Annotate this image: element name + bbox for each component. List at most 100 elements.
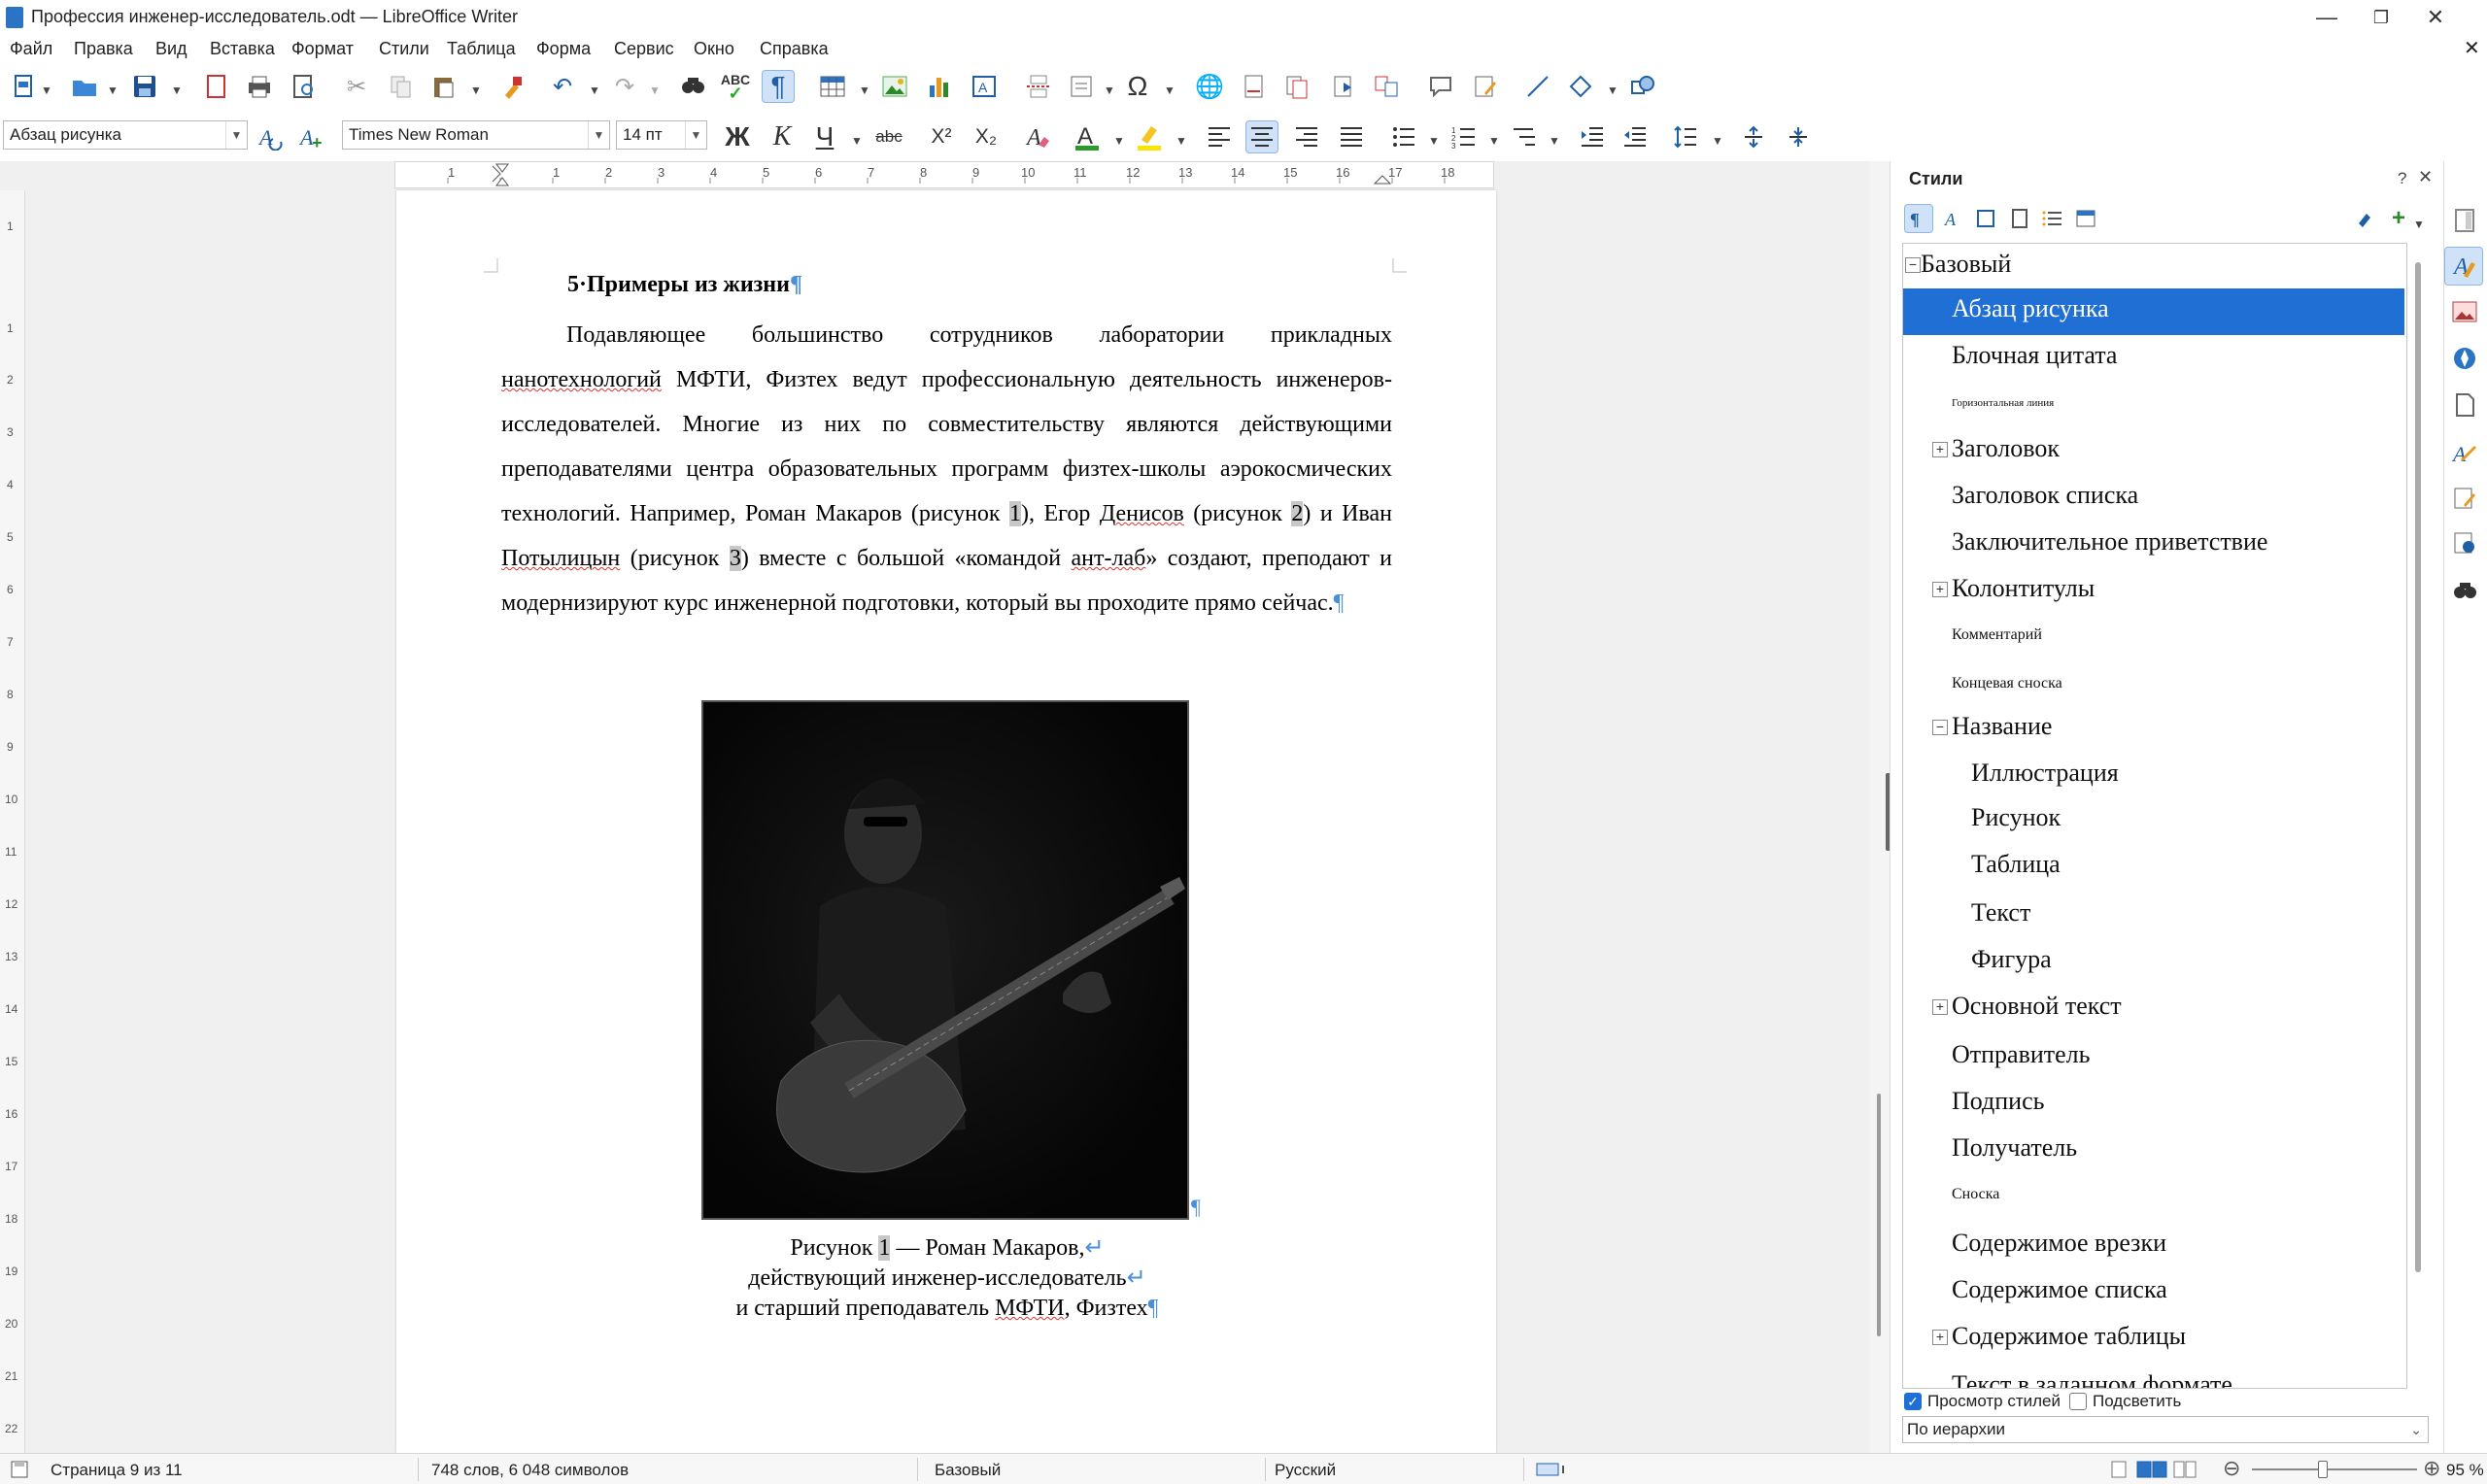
menu-file[interactable]: Файл — [10, 39, 52, 59]
field-dropdown-icon[interactable]: ▼ — [1104, 84, 1115, 97]
style-tree-item[interactable]: Отправитель — [1903, 1034, 2404, 1081]
chevron-down-icon[interactable]: ▼ — [685, 121, 706, 149]
align-right-icon[interactable] — [1290, 120, 1323, 153]
increase-paragraph-spacing-icon[interactable] — [1737, 120, 1770, 153]
save-icon[interactable] — [128, 70, 161, 103]
style-inspector-deck-icon[interactable]: A — [2448, 437, 2481, 470]
insert-image-icon[interactable] — [878, 70, 911, 103]
style-filter-select[interactable]: По иерархии ⌄ — [1902, 1416, 2429, 1443]
style-tree-item[interactable]: Текст в заданном формате — [1903, 1365, 2404, 1388]
insert-table-icon[interactable] — [816, 70, 849, 103]
decrease-indent-icon[interactable] — [1618, 120, 1652, 153]
page-styles-icon[interactable] — [2005, 204, 2034, 233]
increase-indent-icon[interactable] — [1576, 120, 1609, 153]
menu-edit[interactable]: Правка — [74, 39, 133, 59]
minimize-button[interactable]: — — [2312, 4, 2341, 31]
style-tree-item[interactable]: Рисунок — [1903, 797, 2404, 844]
spelling-icon[interactable]: ABC ✓ — [719, 70, 752, 103]
highlight-color-icon[interactable] — [1133, 120, 1166, 153]
special-char-dropdown-icon[interactable]: ▼ — [1164, 84, 1175, 97]
gallery-deck-icon[interactable] — [2448, 295, 2481, 328]
draw-functions-icon[interactable] — [1626, 70, 1659, 103]
style-tree-item[interactable]: Содержимое врезки — [1903, 1223, 2404, 1269]
paste-icon[interactable] — [427, 70, 460, 103]
clear-formatting-icon[interactable]: A — [1022, 120, 1055, 153]
align-left-icon[interactable] — [1203, 120, 1236, 153]
menu-styles[interactable]: Стили — [379, 39, 429, 59]
navigator-deck-icon[interactable] — [2448, 342, 2481, 375]
style-tree-item[interactable]: Заголовок списка — [1903, 475, 2404, 522]
unordered-list-icon[interactable] — [1387, 120, 1420, 153]
font-color-dropdown-icon[interactable]: ▼ — [1113, 134, 1125, 148]
style-tree-item[interactable]: Абзац рисунка — [1903, 288, 2404, 335]
close-window-button[interactable]: ✕ — [2421, 4, 2450, 31]
strikethrough-button[interactable]: abc — [872, 120, 905, 153]
endnote-icon[interactable] — [1280, 70, 1313, 103]
underline-button[interactable]: Ч — [808, 120, 841, 153]
new-style-from-selection-icon[interactable]: + — [2384, 204, 2413, 233]
character-styles-icon[interactable]: A — [1939, 204, 1968, 233]
style-tree-item[interactable]: Фигура — [1903, 939, 2404, 986]
font-name-combo[interactable]: Times New Roman ▼ — [342, 120, 610, 150]
comment-icon[interactable] — [1424, 70, 1457, 103]
font-size-combo[interactable]: 14 пт ▼ — [616, 120, 707, 150]
zoom-slider[interactable] — [2252, 1468, 2417, 1470]
list-styles-icon[interactable] — [2038, 204, 2067, 233]
formatting-marks-icon[interactable]: ¶ — [762, 70, 795, 103]
find-deck-icon[interactable] — [2448, 573, 2481, 606]
style-tree-item[interactable]: Название − — [1903, 706, 2404, 753]
menu-window[interactable]: Окно — [694, 39, 734, 59]
page-count[interactable]: Страница 9 из 11 — [51, 1461, 183, 1480]
menu-table[interactable]: Таблица — [447, 39, 516, 59]
menu-view[interactable]: Вид — [155, 39, 187, 59]
open-dropdown-icon[interactable]: ▼ — [107, 84, 119, 97]
document-modified-icon[interactable] — [10, 1460, 29, 1479]
paste-dropdown-icon[interactable]: ▼ — [470, 84, 482, 97]
outline-dropdown-icon[interactable]: ▼ — [1549, 134, 1560, 148]
subscript-button[interactable]: X₂ — [970, 120, 1003, 153]
bullets-dropdown-icon[interactable]: ▼ — [1428, 134, 1440, 148]
zoom-in-icon[interactable]: ⊕ — [2423, 1456, 2440, 1481]
menu-tools[interactable]: Сервис — [614, 39, 674, 59]
redo-icon[interactable]: ↷ — [608, 70, 641, 103]
print-icon[interactable] — [243, 70, 276, 103]
style-tree-item[interactable]: Базовый − — [1903, 244, 2404, 288]
sidebar-help-button[interactable]: ? — [2398, 169, 2406, 188]
expand-icon[interactable]: + — [1932, 582, 1948, 597]
basic-shapes-icon[interactable] — [1564, 70, 1597, 103]
style-tree-item[interactable]: Комментарий — [1903, 615, 2404, 663]
zoom-percent[interactable]: 95 % — [2446, 1461, 2484, 1480]
horizontal-ruler[interactable]: 1 1 2 3 4 5 6 7 8 9 10 11 12 13 14 15 16… — [394, 161, 1494, 188]
page-style-status[interactable]: Базовый — [935, 1461, 1001, 1480]
collapse-icon[interactable]: − — [1932, 720, 1948, 735]
bookmark-icon[interactable] — [1327, 70, 1360, 103]
paragraph-styles-icon[interactable]: ¶ — [1904, 204, 1933, 233]
expand-icon[interactable]: + — [1932, 1330, 1948, 1345]
figure-ref-field[interactable]: 1 — [1009, 501, 1022, 526]
new-style-icon[interactable]: A + — [295, 120, 328, 153]
language-status[interactable]: Русский — [1275, 1461, 1336, 1480]
underline-dropdown-icon[interactable]: ▼ — [851, 134, 863, 148]
word-count[interactable]: 748 слов, 6 048 символов — [431, 1461, 629, 1480]
expand-icon[interactable]: + — [1932, 442, 1948, 457]
find-replace-icon[interactable] — [676, 70, 709, 103]
export-pdf-icon[interactable] — [200, 70, 233, 103]
decrease-paragraph-spacing-icon[interactable] — [1782, 120, 1815, 153]
save-dropdown-icon[interactable]: ▼ — [171, 84, 183, 97]
insert-field-icon[interactable] — [1065, 70, 1098, 103]
hyperlink-icon[interactable]: 🌐 — [1193, 70, 1226, 103]
manage-changes-deck-icon[interactable] — [2448, 482, 2481, 515]
chevron-down-icon[interactable]: ▼ — [588, 121, 609, 149]
section-heading[interactable]: 5·Примеры из жизни¶ — [567, 272, 802, 298]
body-paragraph[interactable]: Подавляющее большинство сотрудников лабо… — [501, 313, 1392, 625]
zoom-out-icon[interactable]: ⊖ — [2223, 1456, 2240, 1481]
new-dropdown-icon[interactable]: ▼ — [41, 84, 52, 97]
print-preview-icon[interactable] — [288, 70, 321, 103]
insert-textbox-icon[interactable]: A — [968, 70, 1001, 103]
insert-line-icon[interactable] — [1521, 70, 1554, 103]
italic-button[interactable]: К — [766, 120, 799, 153]
close-document-button[interactable]: ✕ — [2464, 36, 2480, 60]
redo-dropdown-icon[interactable]: ▼ — [649, 84, 661, 97]
clone-formatting-icon[interactable] — [495, 70, 528, 103]
vertical-ruler[interactable]: 1 1 2 3 4 5 6 7 8 9 10 11 12 13 14 15 16… — [0, 190, 25, 1453]
